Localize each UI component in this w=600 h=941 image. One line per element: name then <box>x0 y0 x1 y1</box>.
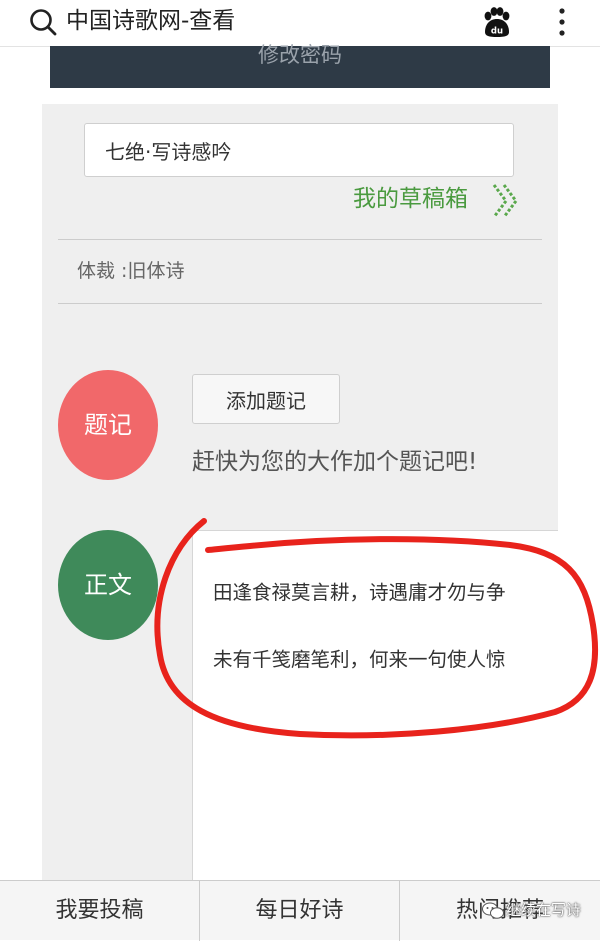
poem-line: 未有千笺磨笔利，何来一句使人惊 <box>213 648 506 671</box>
browser-top-bar: 中国诗歌网-查看 du <box>0 0 600 47</box>
more-options-icon[interactable] <box>555 5 569 39</box>
note-hint: 赶快为您的大作加个题记吧! <box>192 449 478 475</box>
watermark-text: 继续在写诗 <box>506 901 582 919</box>
baidu-paw-icon[interactable]: du <box>479 5 513 39</box>
chevron-double-right-icon[interactable] <box>490 180 522 222</box>
nav-daily-poem[interactable]: 每日好诗 <box>200 881 400 941</box>
wechat-icon <box>482 902 504 919</box>
add-note-button[interactable]: 添加题记 <box>192 374 340 424</box>
app-title: 中国诗歌网-查看 <box>66 8 236 34</box>
note-badge: 题记 <box>58 370 158 480</box>
change-password-button[interactable]: 修改密码 <box>50 43 550 88</box>
change-password-label: 修改密码 <box>258 43 342 67</box>
divider <box>58 303 542 304</box>
draft-box-link[interactable]: 我的草稿箱 <box>353 182 468 216</box>
divider <box>58 239 542 240</box>
title-input[interactable] <box>84 123 514 177</box>
nav-submit[interactable]: 我要投稿 <box>0 881 200 941</box>
genre-label: 体裁 :旧体诗 <box>77 260 185 282</box>
svg-text:du: du <box>491 27 503 37</box>
search-icon[interactable] <box>28 7 58 37</box>
body-badge: 正文 <box>58 530 158 640</box>
poem-line: 田逢食禄莫言耕，诗遇庸才勿与争 <box>213 581 506 604</box>
